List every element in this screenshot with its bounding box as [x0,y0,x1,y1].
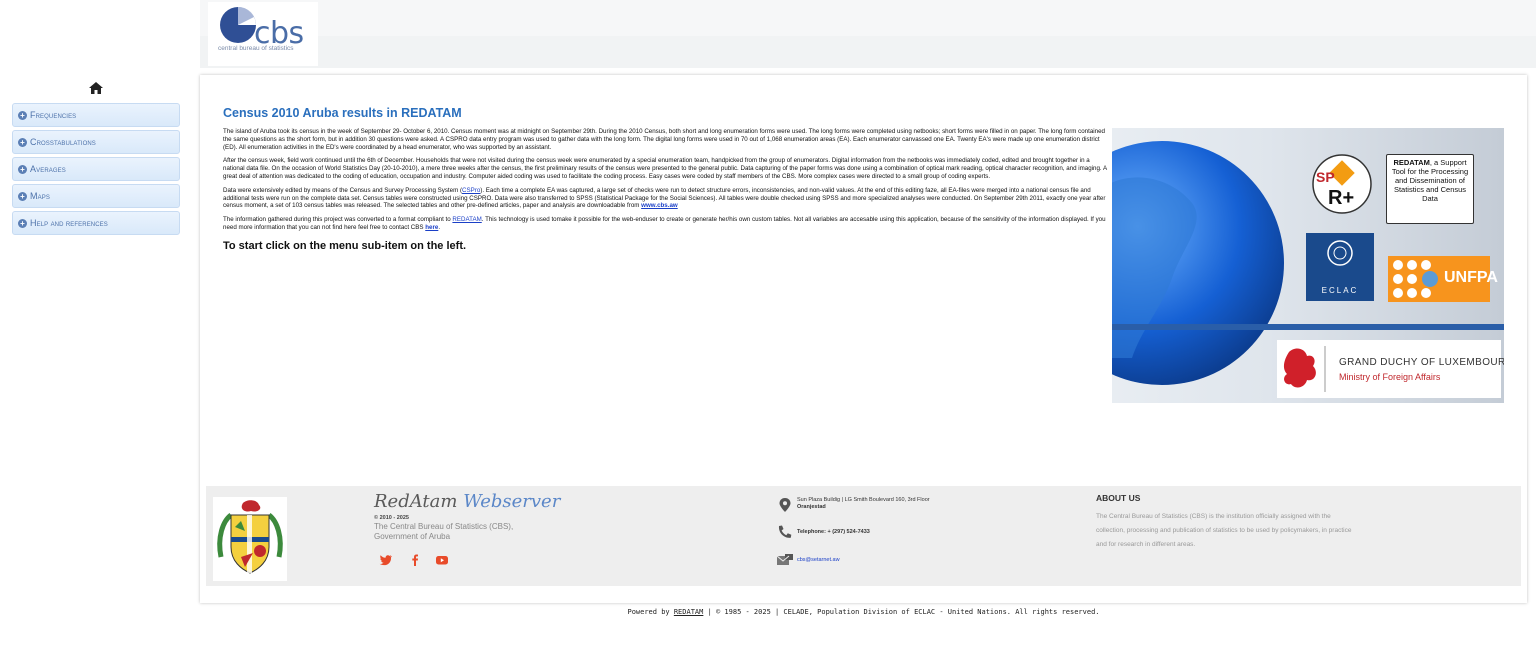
facebook-icon[interactable] [408,553,422,567]
footer: RedAtam Webserver © 2010 - 2025 The Cent… [206,486,1521,586]
footer-copyright: © 2010 - 2025 [374,515,409,521]
about-us-text: The Central Bureau of Statistics (CBS) i… [1096,513,1352,548]
plus-circle-icon: + [18,191,27,201]
sidebar-item-help[interactable]: + Help and references [12,211,180,235]
youtube-icon[interactable] [435,553,449,567]
pie-logo-icon [220,7,256,43]
sidebar-item-label: Maps [30,191,50,201]
envelope-icon [776,554,793,565]
plus-circle-icon: + [18,110,27,120]
un-emblem-icon [1327,240,1353,266]
plus-circle-icon: + [18,164,27,174]
redatam-bold: REDATAM [1393,158,1430,167]
plus-circle-icon: + [18,137,27,147]
intro-paragraph-1: The island of Aruba took its census in t… [223,128,1105,151]
hero-blue-bar [1112,324,1504,330]
coat-of-arms-icon [217,500,283,574]
sidebar-item-crosstabulations[interactable]: + Crosstabulations [12,130,180,154]
red-lion-icon [1283,346,1326,392]
contact-here-link[interactable]: here [425,224,438,231]
powered-by-line: Powered by REDATAM | © 1985 - 2025 | CEL… [0,608,1536,616]
sidebar-item-label: Frequencies [30,110,77,120]
redatam-description: REDATAM, a Support Tool for the Processi… [1387,155,1473,206]
sidebar-item-label: Crosstabulations [30,137,96,147]
footer-address-line-2: Oranjestad [797,504,826,510]
brand-redatam: RedAtam [374,491,458,512]
sidebar-item-frequencies[interactable]: + Frequencies [12,103,180,127]
twitter-icon[interactable] [379,553,393,567]
p4-text-c: . [438,223,441,231]
p4-text-a: The information gathered during this pro… [223,216,453,224]
page: cbs central bureau of statistics + Frequ… [0,0,1536,658]
footer-phone: Telephone: + (297) 524-7433 [797,529,870,535]
phone-icon [778,525,792,538]
luxembourg-logo: GRAND DUCHY OF LUXEMBOURG Ministry of Fo… [1277,340,1504,398]
hero-image: SP R+ REDATAM, a Support Tool for the Pr… [1112,128,1504,403]
sidebar-item-maps[interactable]: + Maps [12,184,180,208]
intro-paragraph-3: Data were extensively edited by means of… [223,187,1111,210]
logo-subtitle: central bureau of statistics [218,45,294,52]
sidebar-item-label: Help and references [30,218,108,228]
powered-text-b: | © 1985 - 2025 | CELADE, Population Div… [703,608,1100,616]
unfpa-logo: UNFPA [1388,256,1498,302]
redatam-link[interactable]: REDATAM [452,216,481,223]
intro-content: Census 2010 Aruba results in REDATAM The… [223,106,1111,252]
redatam-webserver-brand: RedAtam Webserver [374,491,560,512]
eclac-label: ECLAC [1321,286,1359,295]
brand-webserver: Webserver [463,491,561,512]
intro-paragraph-4: The information gathered during this pro… [223,216,1111,232]
cbs-website-link[interactable]: www.cbs.aw [641,202,678,209]
page-title: Census 2010 Aruba results in REDATAM [223,106,462,120]
footer-org-line-2: Government of Aruba [374,532,451,541]
sp-redatam-logo-icon: SP R+ [1312,154,1372,214]
sidebar-item-averages[interactable]: + Averages [12,157,180,181]
eclac-logo: ECLAC [1306,233,1374,301]
aruba-coat-of-arms [213,497,287,581]
home-icon[interactable] [88,80,104,96]
footer-org-line-1: The Central Bureau of Statistics (CBS), [374,522,514,531]
cspro-link[interactable]: CSPro [462,187,480,194]
unfpa-dots-icon [1393,260,1438,298]
p3-text-a: Data were extensively edited by means of… [223,186,463,194]
cbs-logo[interactable]: cbs central bureau of statistics [208,2,318,66]
sidebar-item-label: Averages [30,164,66,174]
luxembourg-title: GRAND DUCHY OF LUXEMBOURG [1339,357,1504,368]
sidebar-menu: + Frequencies + Crosstabulations + Avera… [12,103,180,238]
header: cbs central bureau of statistics [200,0,1536,68]
svg-text:R+: R+ [1328,187,1354,209]
redatam-description-box: REDATAM, a Support Tool for the Processi… [1386,154,1474,224]
about-us-heading: ABOUT US [1096,493,1141,503]
luxembourg-subtitle: Ministry of Foreign Affairs [1339,372,1441,382]
svg-text:SP: SP [1316,169,1335,185]
powered-redatam-link[interactable]: REDATAM [674,608,704,616]
powered-text-a: Powered by [627,608,674,616]
start-instruction: To start click on the menu sub-item on t… [223,239,467,252]
main-panel: Census 2010 Aruba results in REDATAM The… [200,75,1527,603]
footer-address-line-1: Sun Plaza Buildig | LG Smith Boulevard 1… [797,497,930,503]
unfpa-label: UNFPA [1444,269,1498,286]
plus-circle-icon: + [18,218,27,228]
intro-paragraph-2: After the census week, field work contin… [223,157,1107,180]
map-marker-icon [779,498,791,512]
footer-email[interactable]: cbs@setarnet.aw [797,557,840,563]
